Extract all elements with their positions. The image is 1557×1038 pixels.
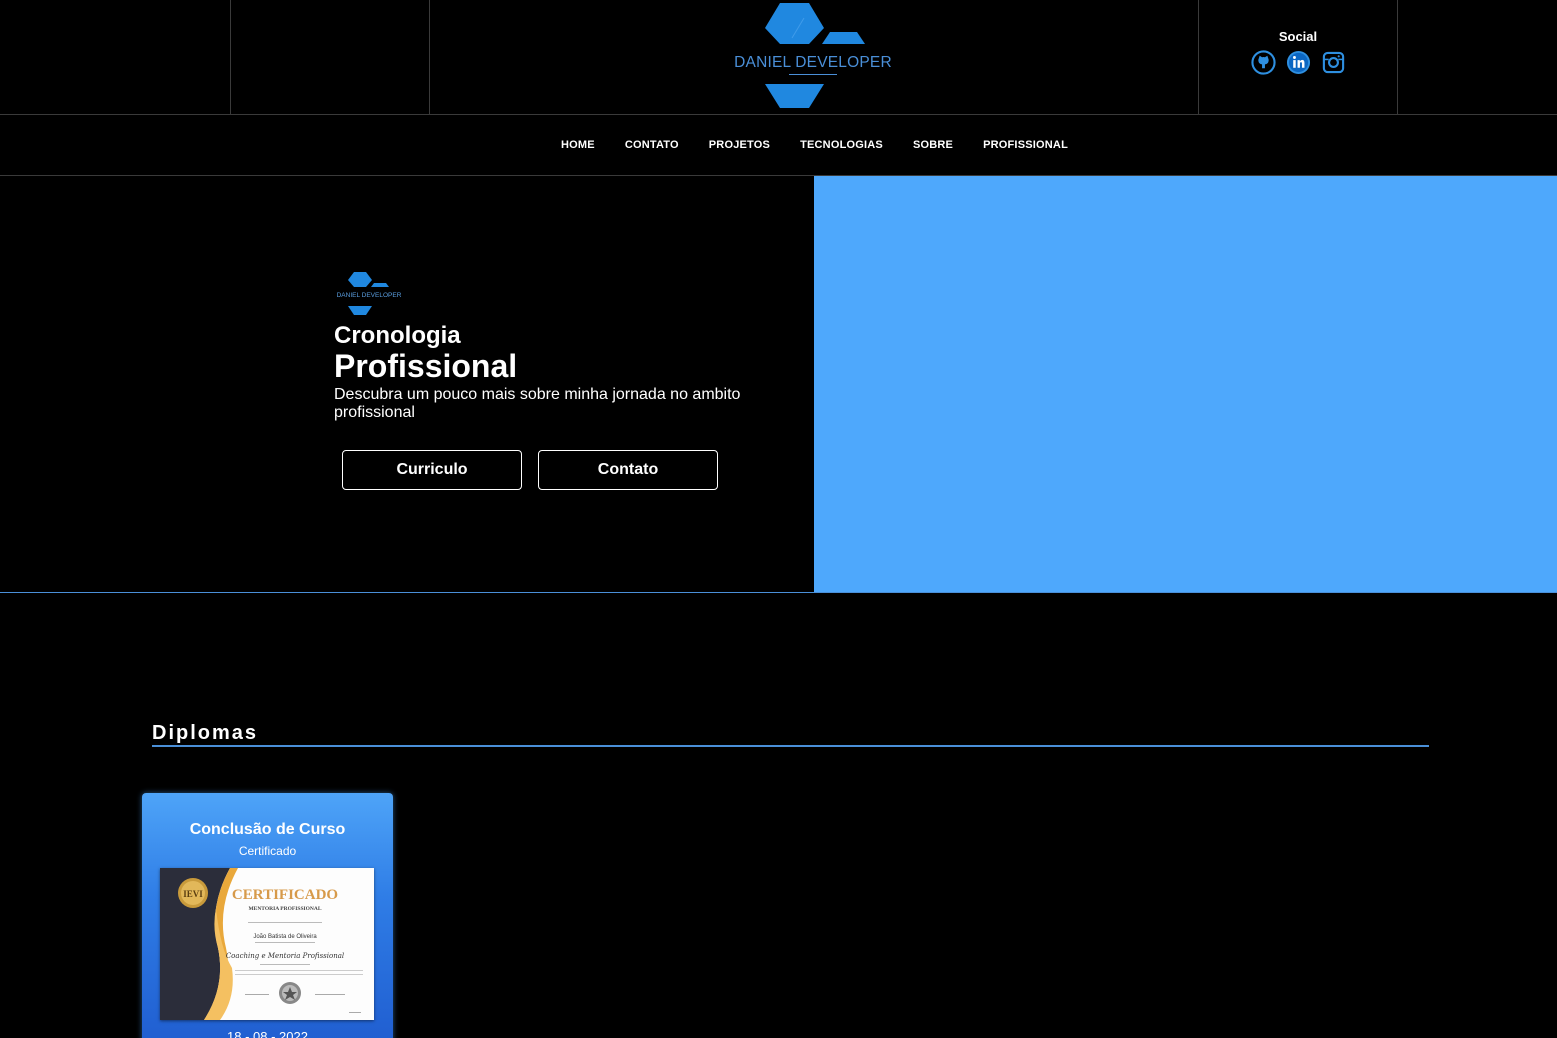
- certificate-course: Coaching e Mentoria Profissional: [226, 952, 344, 960]
- nav-profissional[interactable]: PROFISSIONAL: [983, 139, 1068, 151]
- main-nav: HOME CONTATO PROJETOS TECNOLOGIAS SOBRE …: [0, 115, 1557, 176]
- social-title: Social: [1278, 29, 1318, 44]
- nav-sobre[interactable]: SOBRE: [913, 139, 953, 151]
- diploma-card-subtitle: Certificado: [238, 844, 297, 858]
- certificate-seal-text: IEVI: [183, 889, 203, 899]
- site-logo[interactable]: DANIEL DEVELOPER: [730, 0, 900, 112]
- hero-subtitle: Cronologia: [334, 322, 461, 349]
- hero-image-panel: [814, 176, 1557, 592]
- certificate-heading: CERTIFICADO: [232, 887, 338, 903]
- curriculo-button[interactable]: Curriculo: [342, 450, 522, 490]
- diploma-card-date: 18 - 08 - 2022: [227, 1029, 308, 1038]
- logo-underline: [789, 74, 837, 75]
- linkedin-icon[interactable]: [1286, 50, 1311, 75]
- certificate-illustration: IEVI CERTIFICADO MENTORIA PROFISSIONAL J…: [160, 868, 374, 1020]
- diploma-card[interactable]: Conclusão de Curso Certificado IEVI CERT…: [142, 793, 393, 1038]
- header-divider: [230, 0, 231, 114]
- certificate-name: João Batista de Oliveira: [253, 934, 317, 940]
- diplomas-title: Diplomas: [152, 722, 259, 744]
- diplomas-underline: [152, 745, 1429, 747]
- hero-description: Descubra um pouco mais sobre minha jorna…: [334, 386, 741, 421]
- certificate-subheading: MENTORIA PROFISSIONAL: [248, 906, 321, 912]
- github-icon[interactable]: [1250, 50, 1276, 75]
- instagram-icon[interactable]: [1321, 50, 1346, 75]
- hero-logo: DANIEL DEVELOPER: [336, 270, 402, 316]
- social-block: Social: [1199, 29, 1397, 75]
- nav-contato[interactable]: CONTATO: [625, 139, 679, 151]
- contato-button[interactable]: Contato: [538, 450, 718, 490]
- logo-text: DANIEL DEVELOPER: [734, 54, 892, 71]
- hero-title: Profissional: [334, 348, 518, 384]
- hero-divider: [0, 592, 1557, 593]
- certificate-image: IEVI CERTIFICADO MENTORIA PROFISSIONAL J…: [160, 868, 374, 1020]
- nav-tecnologias[interactable]: TECNOLOGIAS: [800, 139, 883, 151]
- header-divider: [1397, 0, 1398, 114]
- header-divider: [429, 0, 430, 114]
- top-header: DANIEL DEVELOPER Social: [0, 0, 1557, 115]
- diploma-card-title: Conclusão de Curso: [189, 821, 346, 838]
- nav-projetos[interactable]: PROJETOS: [709, 139, 770, 151]
- hero-logo-text: DANIEL DEVELOPER: [336, 292, 402, 299]
- social-icons: [1199, 50, 1397, 75]
- nav-home[interactable]: HOME: [561, 139, 595, 151]
